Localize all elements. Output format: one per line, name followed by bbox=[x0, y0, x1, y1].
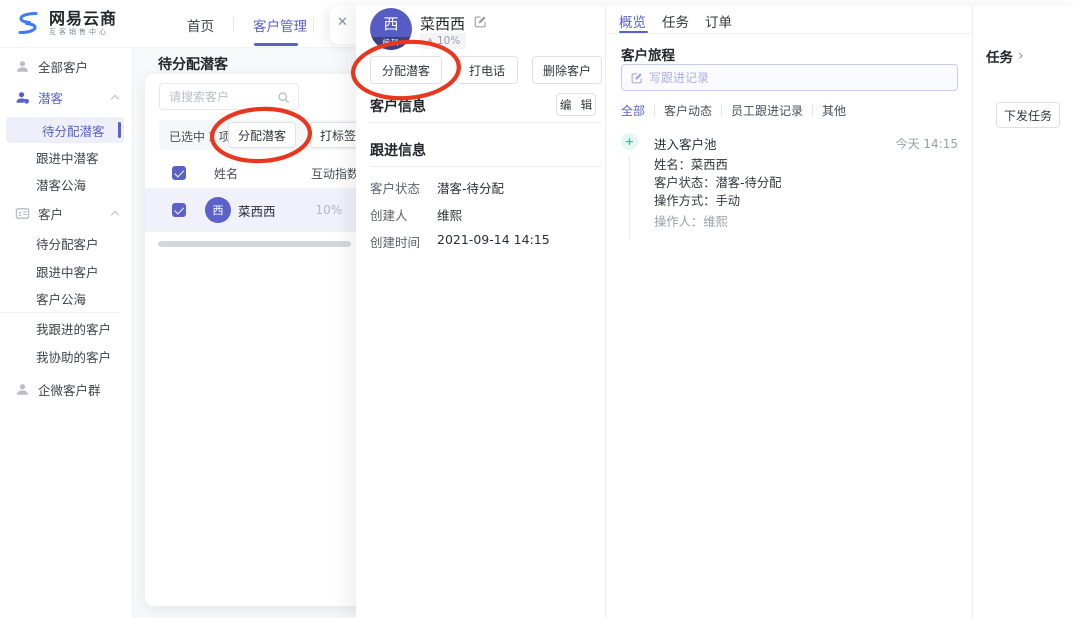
sidebar-group-customers[interactable]: 客户 bbox=[0, 201, 133, 225]
journey-title: 客户旅程 bbox=[621, 44, 675, 64]
nav-divider bbox=[313, 17, 314, 32]
nav-home[interactable]: 首页 bbox=[187, 15, 214, 35]
selected-count: 1 bbox=[208, 130, 216, 144]
filter-divider bbox=[654, 105, 655, 116]
delete-customer-button[interactable]: 删除客户 bbox=[532, 56, 602, 84]
sidebar: 全部客户 潜客 待分配潜客 跟进中潜客 潜客公海 客户 待分配客户 bbox=[0, 48, 133, 618]
timeline-time: 今天 14:15 bbox=[896, 135, 958, 152]
select-all-checkbox[interactable] bbox=[172, 166, 186, 180]
timeline-plus-icon: + bbox=[621, 133, 638, 150]
selected-count-text: 已选中1项 bbox=[169, 128, 231, 145]
filter-divider bbox=[812, 105, 813, 116]
overview-column: 概览 任务 订单 客户旅程 写跟进记录 全部 客户动态 员工跟进记录 bbox=[605, 6, 972, 618]
sidebar-group-prospects[interactable]: 潜客 bbox=[0, 85, 133, 109]
row-interaction-value: 10% bbox=[316, 203, 343, 217]
page-title: 待分配潜客 bbox=[158, 54, 228, 74]
nav-divider bbox=[233, 17, 234, 32]
logo-title: 网易云商 bbox=[49, 10, 117, 28]
nav-active-underline bbox=[254, 43, 298, 46]
sidebar-item-customer-pool[interactable]: 客户公海 bbox=[0, 286, 133, 310]
customer-detail-drawer: 西 编辑 菜西西 10% 分配潜客 打电话 删除客户 客户信息 编 辑 跟进信息… bbox=[356, 6, 1080, 618]
sidebar-item-all-customers[interactable]: 全部客户 bbox=[0, 54, 133, 78]
close-icon[interactable]: ✕ bbox=[337, 15, 348, 31]
row-customer-name: 菜西西 bbox=[238, 201, 276, 220]
row-checkbox[interactable] bbox=[172, 203, 186, 217]
filter-all[interactable]: 全部 bbox=[621, 102, 645, 119]
sidebar-item-wecom-groups[interactable]: 企微客户群 bbox=[0, 377, 133, 401]
tab-overview[interactable]: 概览 bbox=[619, 11, 646, 31]
column-interaction: 互动指数 bbox=[311, 165, 359, 182]
customer-info-title: 客户信息 bbox=[370, 96, 426, 116]
timeline-line bbox=[629, 156, 630, 238]
sidebar-item-prospect-pool[interactable]: 潜客公海 bbox=[0, 172, 133, 196]
filter-divider bbox=[721, 105, 722, 116]
follow-info-title: 跟进信息 bbox=[370, 140, 426, 160]
droplet-icon bbox=[426, 37, 434, 45]
drawer-close-tab: ✕ bbox=[330, 6, 358, 44]
tab-order[interactable]: 订单 bbox=[705, 11, 732, 31]
call-button[interactable]: 打电话 bbox=[456, 56, 518, 84]
search-input[interactable] bbox=[169, 84, 274, 109]
note-placeholder: 写跟进记录 bbox=[649, 69, 709, 86]
user-icon bbox=[15, 59, 30, 74]
sidebar-item-pending-prospects[interactable]: 待分配潜客 bbox=[6, 117, 124, 143]
section-divider bbox=[370, 166, 602, 167]
filter-staff-records[interactable]: 员工跟进记录 bbox=[731, 102, 803, 119]
edit-info-button[interactable]: 编 辑 bbox=[556, 93, 596, 116]
sidebar-item-my-assisting[interactable]: 我协助的客户 bbox=[0, 344, 133, 368]
chevron-right-icon: › bbox=[1018, 48, 1024, 64]
avatar: 西 bbox=[205, 197, 231, 223]
customer-avatar[interactable]: 西 编辑 bbox=[370, 8, 412, 50]
journey-filters: 全部 客户动态 员工跟进记录 其他 bbox=[621, 102, 846, 118]
assign-prospect-button-detail[interactable]: 分配潜客 bbox=[370, 56, 442, 84]
timeline-event-details: 姓名：菜西西 客户状态：潜客-待分配 操作方式：手动 bbox=[654, 156, 781, 210]
task-panel-title[interactable]: 任务 › bbox=[986, 46, 1024, 66]
follow-note-input[interactable]: 写跟进记录 bbox=[621, 64, 958, 91]
detail-tabbar: 概览 任务 订单 bbox=[606, 6, 973, 34]
nav-customer-management[interactable]: 客户管理 bbox=[253, 15, 307, 35]
customer-name: 菜西西 bbox=[420, 13, 465, 34]
chevron-up-icon bbox=[112, 94, 119, 101]
timeline-event-title: 进入客户池 bbox=[654, 134, 717, 153]
app-root: 网易云商 互客销售中心 首页 客户管理 全部客户 潜客 待分配潜客 bbox=[0, 0, 1080, 618]
contact-card-icon bbox=[15, 206, 30, 221]
section-divider bbox=[370, 122, 602, 123]
avatar-edit-overlay[interactable]: 编辑 bbox=[370, 37, 412, 50]
tab-active-underline bbox=[619, 31, 648, 33]
timeline-operator: 操作人：维熙 bbox=[654, 212, 728, 230]
sidebar-item-following-customers[interactable]: 跟进中客户 bbox=[0, 259, 133, 283]
logo-icon bbox=[14, 9, 42, 37]
sidebar-divider bbox=[0, 312, 120, 313]
interaction-score-badge: 10% bbox=[420, 33, 466, 49]
write-icon bbox=[631, 72, 643, 84]
edit-name-icon[interactable] bbox=[474, 15, 487, 28]
sidebar-item-pending-customers[interactable]: 待分配客户 bbox=[0, 231, 133, 255]
assign-prospect-button[interactable]: 分配潜客 bbox=[228, 122, 296, 148]
user-group-icon bbox=[15, 382, 30, 397]
sidebar-item-my-following[interactable]: 我跟进的客户 bbox=[0, 316, 133, 340]
filter-other[interactable]: 其他 bbox=[822, 102, 846, 119]
tab-task[interactable]: 任务 bbox=[662, 11, 689, 31]
brand-logo: 网易云商 互客销售中心 bbox=[14, 9, 117, 37]
task-column: 任务 › 下发任务 bbox=[972, 6, 1080, 618]
logo-subtitle: 互客销售中心 bbox=[49, 28, 117, 37]
sidebar-item-following-prospects[interactable]: 跟进中潜客 bbox=[0, 145, 133, 169]
customer-search-box bbox=[159, 83, 299, 110]
field-creator: 创建人 维熙 bbox=[370, 205, 462, 223]
filter-customer-activity[interactable]: 客户动态 bbox=[664, 102, 712, 119]
prospect-icon bbox=[15, 90, 30, 105]
dispatch-task-button[interactable]: 下发任务 bbox=[996, 102, 1060, 128]
field-customer-status: 客户状态 潜客-待分配 bbox=[370, 178, 504, 196]
search-icon[interactable] bbox=[277, 91, 290, 104]
horizontal-scrollbar[interactable] bbox=[158, 241, 351, 247]
chevron-up-icon bbox=[112, 210, 119, 217]
selected-indicator-bar bbox=[118, 122, 121, 138]
column-name: 姓名 bbox=[214, 165, 238, 182]
field-create-time: 创建时间 2021-09-14 14:15 bbox=[370, 232, 550, 250]
